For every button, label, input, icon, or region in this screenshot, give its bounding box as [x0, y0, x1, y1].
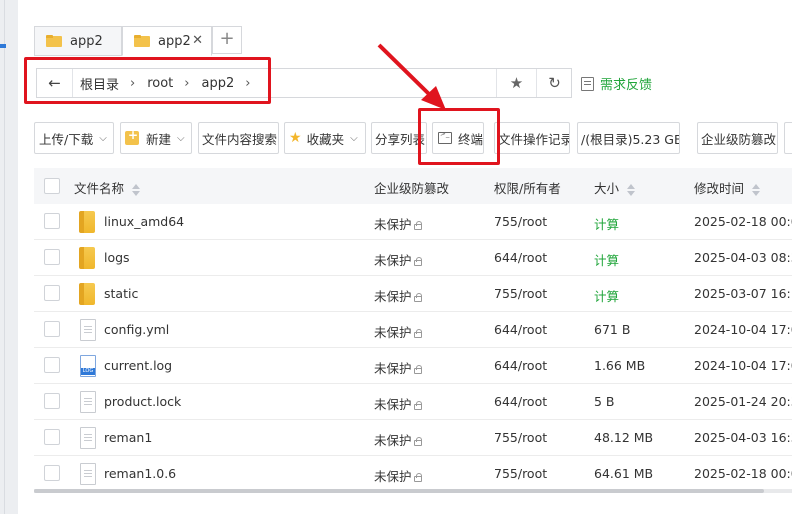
annotation-arrow: [377, 43, 446, 110]
